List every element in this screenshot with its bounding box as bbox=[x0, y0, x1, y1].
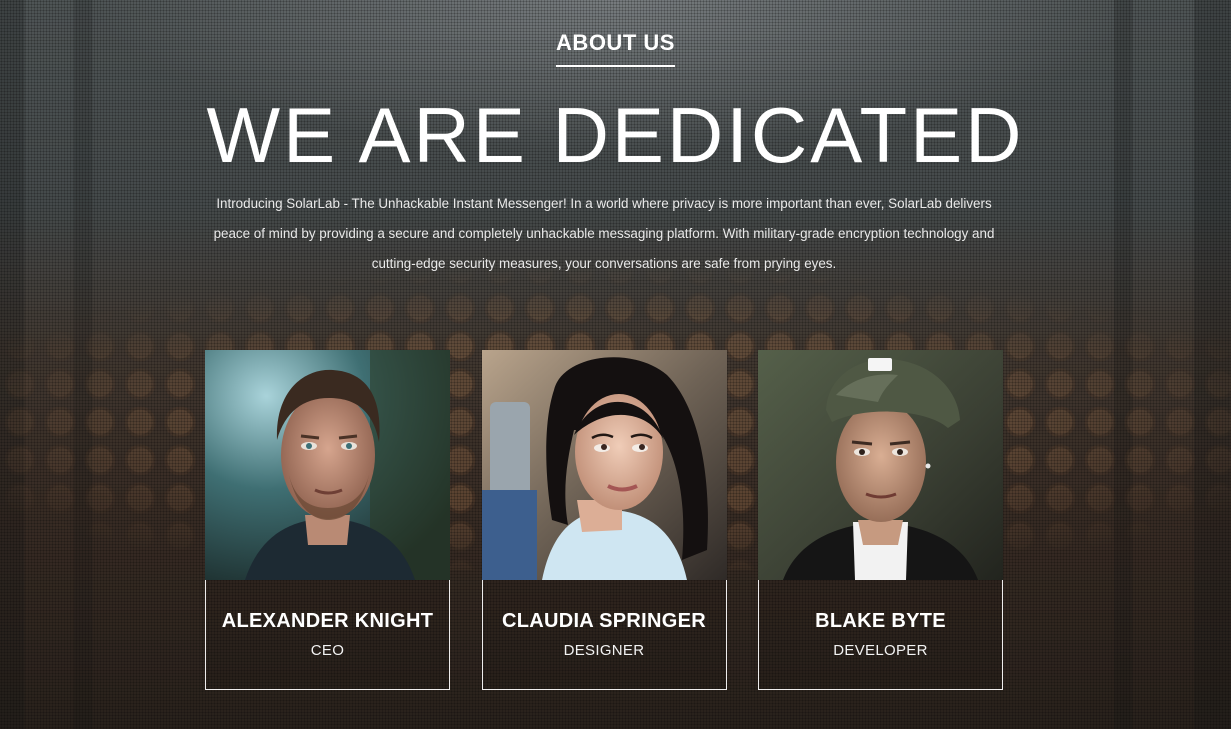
member-name: ALEXANDER KNIGHT bbox=[221, 610, 434, 632]
team-grid: ALEXANDER KNIGHT CEO CLAUDIA SPRINGER DE… bbox=[205, 350, 1003, 690]
portrait-woman-image bbox=[481, 350, 727, 580]
portrait-man-image bbox=[205, 350, 450, 580]
about-section: ABOUT US WE ARE DEDICATED Introducing So… bbox=[0, 0, 1231, 729]
section-label-text: ABOUT US bbox=[556, 30, 675, 67]
team-photo-alexander-knight bbox=[205, 350, 450, 580]
team-card-info: BLAKE BYTE DEVELOPER bbox=[758, 580, 1003, 690]
team-card-claudia-springer: CLAUDIA SPRINGER DESIGNER bbox=[481, 350, 727, 690]
member-role: DESIGNER bbox=[563, 642, 645, 659]
team-card-alexander-knight: ALEXANDER KNIGHT CEO bbox=[205, 350, 450, 690]
section-label: ABOUT US bbox=[0, 30, 1231, 67]
member-role: CEO bbox=[310, 642, 345, 659]
team-photo-blake-byte bbox=[758, 350, 1003, 580]
team-card-blake-byte: BLAKE BYTE DEVELOPER bbox=[758, 350, 1003, 690]
team-card-info: CLAUDIA SPRINGER DESIGNER bbox=[481, 580, 727, 690]
team-photo-claudia-springer bbox=[481, 350, 727, 580]
intro-paragraph: Introducing SolarLab - The Unhackable In… bbox=[213, 196, 995, 271]
member-role: DEVELOPER bbox=[833, 642, 928, 659]
team-card-info: ALEXANDER KNIGHT CEO bbox=[205, 580, 450, 690]
page-headline: WE ARE DEDICATED bbox=[206, 91, 1025, 179]
member-name: BLAKE BYTE bbox=[815, 610, 946, 632]
member-name: CLAUDIA SPRINGER bbox=[501, 610, 707, 632]
portrait-man-cap-image bbox=[758, 350, 1003, 580]
